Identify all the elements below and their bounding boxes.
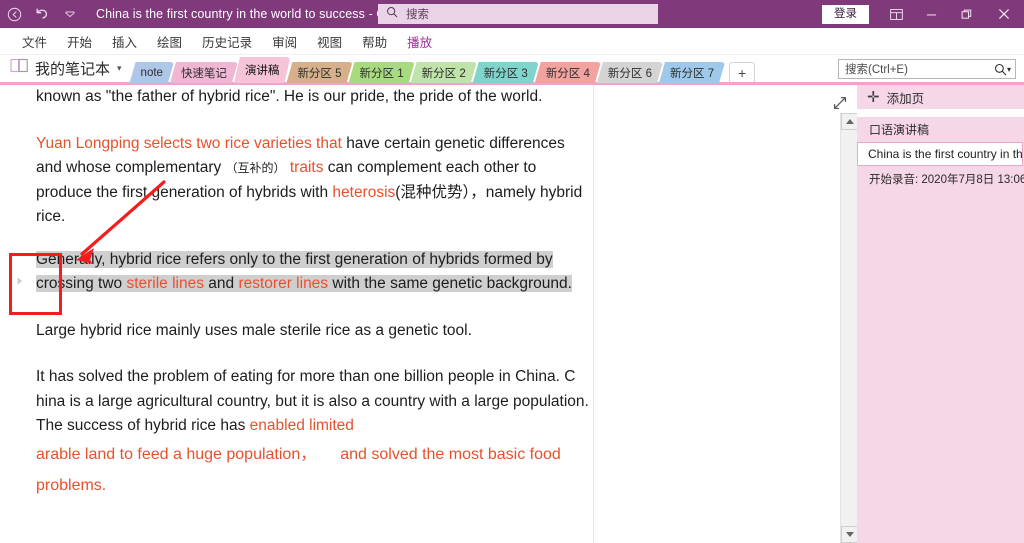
text-run: arable land to feed a huge population， — [36, 445, 309, 463]
expand-page-icon[interactable] — [832, 95, 850, 113]
section-search-box[interactable]: 搜索(Ctrl+E) ▾ — [838, 59, 1016, 79]
section-tab-3[interactable]: 新分区 5 — [286, 62, 352, 83]
paragraph-p3[interactable]: Generally, hybrid rice refers only to th… — [36, 248, 592, 297]
undo-icon[interactable] — [28, 0, 56, 28]
paragraph-handle-icon[interactable] — [14, 274, 26, 286]
section-tab-2[interactable]: 演讲稿 — [234, 57, 291, 83]
menu-item-2[interactable]: 插入 — [102, 29, 147, 54]
customize-quick-access-icon[interactable] — [56, 0, 84, 28]
section-tab-4[interactable]: 新分区 1 — [349, 62, 415, 83]
page-list: 口语演讲稿 China is the first country in the … — [857, 117, 1024, 191]
text-run: Yuan Longping selects two rice varieties… — [36, 134, 347, 152]
notebook-name: 我的笔记本 — [35, 60, 111, 78]
text-run: traits — [289, 159, 324, 176]
ribbon-display-options-icon[interactable] — [879, 0, 914, 28]
add-section-button[interactable]: + — [729, 62, 756, 83]
menu-item-0[interactable]: 文件 — [12, 29, 57, 54]
vertical-scrollbar[interactable] — [840, 113, 858, 543]
page-group-label: 口语演讲稿 — [869, 123, 930, 137]
plus-icon: ✛ — [867, 88, 880, 106]
menu-item-5[interactable]: 审阅 — [262, 29, 307, 54]
page-content[interactable]: promote hybrid rice. As the inventor of … — [36, 85, 592, 501]
page-panel-divider — [857, 109, 1024, 117]
scroll-down-button[interactable] — [841, 526, 858, 543]
section-tabs: note 快速笔记 演讲稿 新分区 5 新分区 1 新分区 2 新分区 3 新分区 4 新分区 … — [130, 55, 756, 83]
note-container-divider — [593, 85, 594, 543]
page-subpage-item[interactable]: 开始录音: 2020年7月8日 13:06 — [857, 166, 1024, 191]
section-tab-8[interactable]: 新分区 6 — [597, 62, 663, 83]
menu-bar: 文件 开始 插入 绘图 历史记录 审阅 视图 帮助 播放 — [0, 28, 1024, 55]
text-run: restorer lines — [238, 275, 329, 292]
menu-item-6[interactable]: 视图 — [307, 29, 352, 54]
menu-item-1[interactable]: 开始 — [57, 29, 102, 54]
page-canvas[interactable]: promote hybrid rice. As the inventor of … — [0, 85, 838, 543]
scroll-down-arrow-icon — [845, 532, 854, 537]
search-input-placeholder: 搜索 — [406, 9, 429, 21]
onenote-window: China is the first country in the world … — [0, 0, 1024, 543]
menu-item-8[interactable]: 播放 — [397, 29, 442, 54]
menu-item-4[interactable]: 历史记录 — [192, 29, 262, 54]
text-run: heterosis — [332, 183, 396, 201]
text-run: Large hybrid rice mainly uses male steri… — [36, 321, 472, 339]
text-run: (混种优势） — [395, 183, 471, 201]
menu-item-3[interactable]: 绘图 — [147, 29, 192, 54]
scroll-up-arrow-icon — [845, 119, 854, 124]
sign-in-button[interactable]: 登录 — [822, 4, 869, 24]
scroll-up-button[interactable] — [841, 113, 858, 130]
notebook-icon — [10, 58, 29, 78]
chevron-down-icon[interactable]: ▾ — [1007, 65, 1011, 74]
section-tab-7[interactable]: 新分区 4 — [535, 62, 601, 83]
paragraph-p6[interactable]: arable land to feed a huge population， a… — [36, 439, 592, 501]
chevron-down-icon: ▾ — [117, 62, 122, 73]
section-search-placeholder: 搜索(Ctrl+E) — [845, 64, 908, 76]
search-icon — [386, 5, 398, 23]
paragraph-p5[interactable]: It has solved the problem of eating for … — [36, 365, 592, 439]
section-tab-bar: 我的笔记本 ▾ note 快速笔记 演讲稿 新分区 5 新分区 1 新分区 2 新分区 3新… — [0, 55, 1024, 83]
title-bar: China is the first country in the world … — [0, 0, 1024, 28]
search-icon — [994, 63, 1007, 76]
page-list-panel: ✛ 添加页 口语演讲稿 China is the first country i… — [857, 85, 1024, 543]
close-button[interactable] — [984, 0, 1024, 28]
section-tab-1[interactable]: 快速笔记 — [170, 62, 238, 83]
text-run: sterile lines — [126, 275, 204, 292]
paragraph-p2[interactable]: Yuan Longping selects two rice varieties… — [36, 132, 592, 230]
section-tab-6[interactable]: 新分区 3 — [473, 62, 539, 83]
add-page-label: 添加页 — [886, 91, 925, 106]
minimize-button[interactable] — [914, 0, 949, 28]
text-run: known as "the father of hybrid rice". He… — [36, 88, 543, 105]
notebook-selector[interactable]: 我的笔记本 ▾ — [0, 55, 130, 83]
section-tab-0[interactable]: note — [130, 62, 174, 83]
search-box[interactable]: 搜索 — [378, 4, 658, 24]
paragraph-p4[interactable]: Large hybrid rice mainly uses male steri… — [36, 319, 592, 344]
page-list-item-selected[interactable]: China is the first country in the — [857, 142, 1023, 166]
text-run: and — [203, 275, 239, 292]
paragraph-p1[interactable]: known as "the father of hybrid rice". He… — [36, 85, 592, 110]
restore-button[interactable] — [949, 0, 984, 28]
back-arrow-icon[interactable] — [0, 0, 28, 28]
window-controls: 登录 — [822, 0, 1024, 28]
text-run: enabled limited — [249, 417, 354, 434]
add-page-button[interactable]: ✛ 添加页 — [857, 85, 1024, 109]
menu-item-7[interactable]: 帮助 — [352, 29, 397, 54]
text-run: （互补的） — [225, 161, 286, 175]
section-tab-9[interactable]: 新分区 7 — [659, 62, 725, 83]
text-run: with the same genetic background. — [328, 275, 572, 292]
section-tab-5[interactable]: 新分区 2 — [411, 62, 477, 83]
